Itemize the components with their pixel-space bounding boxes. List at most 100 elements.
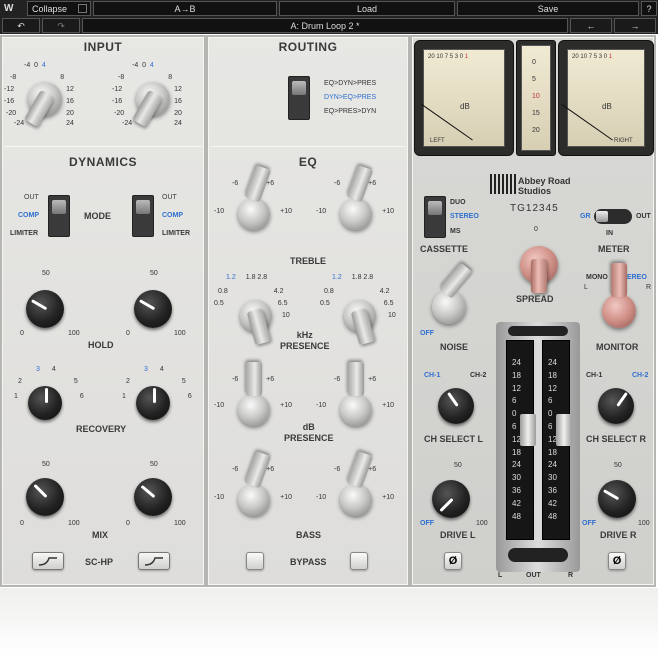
phase-left-button[interactable]: Ø: [444, 552, 462, 570]
vu-meter-left: 20 10 7 5 3 0 1 dB LEFT: [414, 40, 514, 156]
mix-left-knob[interactable]: [26, 478, 64, 516]
out-label: OUT: [526, 572, 541, 579]
hold-right-100: 100: [174, 330, 186, 337]
meter-toggle[interactable]: [594, 209, 632, 224]
mix-right-knob[interactable]: [134, 478, 172, 516]
phase-right-button[interactable]: Ø: [608, 552, 626, 570]
monitor-l: L: [584, 284, 588, 291]
rec-left-scale-b: 25: [18, 378, 78, 385]
presence-gain-right-knob[interactable]: [340, 362, 372, 426]
routing-option-3[interactable]: EQ>PRES>DYN: [324, 108, 376, 115]
out-r-label: R: [568, 572, 574, 579]
bass-left-knob[interactable]: [238, 450, 272, 516]
next-preset-button[interactable]: →: [614, 18, 656, 33]
presence-gain-left-knob[interactable]: [238, 362, 270, 426]
routing-switch[interactable]: [288, 76, 310, 120]
spread-zero: 0: [534, 226, 538, 233]
noise-knob[interactable]: [432, 262, 474, 324]
preset-field[interactable]: A: Drum Loop 2 *: [82, 18, 568, 33]
prev-preset-button[interactable]: ←: [570, 18, 612, 33]
bass-label: BASS: [296, 530, 322, 540]
monitor-knob[interactable]: [602, 263, 636, 328]
input-right-scale-1: -4 0 4: [132, 62, 154, 69]
toolbar: W Collapse A→B Load Save ? ↶ ↷ A: Drum L…: [0, 0, 658, 34]
mode-right-out: OUT: [162, 194, 177, 201]
treble-left-knob[interactable]: [238, 164, 272, 230]
pf-r-scale-d: 10: [388, 312, 396, 319]
sc-hp-label: SC-HP: [85, 557, 114, 567]
hold-right-0: 0: [126, 330, 130, 337]
sc-hp-right-button[interactable]: [138, 552, 170, 570]
bass-right-knob[interactable]: [340, 450, 374, 516]
ab-button[interactable]: A→B: [93, 1, 277, 16]
gr-scale: 0 5 10 15 20: [532, 59, 540, 134]
undo-button[interactable]: ↶: [2, 18, 40, 33]
load-button[interactable]: Load: [279, 1, 455, 16]
pf-r-scale: 1.2 1.8 2.8: [332, 274, 374, 281]
mix-left-0: 0: [20, 520, 24, 527]
gr-face: 0 5 10 15 20: [521, 45, 551, 151]
vu-right-scale: 20 10 7 5 3 0 1: [572, 54, 613, 60]
bypass-label: BYPASS: [290, 557, 327, 567]
spread-knob[interactable]: [520, 246, 558, 293]
hold-right-knob[interactable]: [134, 290, 172, 328]
monitor-label: MONITOR: [596, 342, 639, 352]
cassette-duo: DUO: [450, 199, 466, 206]
save-button[interactable]: Save: [457, 1, 639, 16]
spread-label: SPREAD: [516, 294, 554, 304]
mode-right-comp: COMP: [162, 212, 183, 219]
mix-label: MIX: [92, 530, 109, 540]
drive-l-100: 100: [476, 520, 488, 527]
input-right-scale-3: -12 12: [112, 86, 182, 93]
treble-right-knob[interactable]: [340, 164, 374, 230]
waves-logo[interactable]: W: [4, 2, 24, 16]
sc-hp-left-button[interactable]: [32, 552, 64, 570]
help-button[interactable]: ?: [641, 1, 657, 16]
noise-label: NOISE: [440, 342, 469, 352]
drive-r-knob[interactable]: [598, 480, 636, 518]
monitor-mono: MONO: [586, 274, 608, 281]
cassette-switch[interactable]: [424, 196, 446, 238]
mode-label: MODE: [84, 211, 111, 221]
redo-button[interactable]: ↷: [42, 18, 80, 33]
routing-option-2[interactable]: DYN>EQ>PRES: [324, 94, 376, 101]
hold-left-knob[interactable]: [26, 290, 64, 328]
rec-right-scale: 34: [144, 366, 164, 373]
panel-reflection: [0, 588, 658, 658]
bypass-left-button[interactable]: [246, 552, 264, 570]
mode-right-switch[interactable]: [132, 195, 154, 237]
mode-left-comp: COMP: [18, 212, 39, 219]
drive-r-100: 100: [638, 520, 650, 527]
presence-freq-right-knob[interactable]: [344, 300, 376, 346]
mix-right-50: 50: [150, 461, 158, 468]
chsel-l-knob[interactable]: [438, 388, 474, 424]
recovery-left-knob[interactable]: [28, 386, 62, 420]
presence-freq-left-knob[interactable]: [240, 300, 272, 346]
collapse-label: Collapse: [32, 4, 68, 14]
bypass-right-button[interactable]: [350, 552, 368, 570]
presence-gain-label: dB PRESENCE: [284, 422, 334, 443]
drive-r-label: DRIVE R: [600, 530, 637, 540]
cassette-ms: MS: [450, 228, 461, 235]
mix-right-0: 0: [126, 520, 130, 527]
vu-face-right: 20 10 7 5 3 0 1 dB RIGHT: [561, 49, 645, 147]
routing-option-1[interactable]: EQ>DYN>PRES: [324, 80, 376, 87]
hold-left-0: 0: [20, 330, 24, 337]
mode-left-switch[interactable]: [48, 195, 70, 237]
monitor-r: R: [646, 284, 652, 291]
input-right-scale-6: -24 24: [122, 120, 182, 127]
drive-l-50: 50: [454, 462, 462, 469]
cassette-label: CASSETTE: [420, 244, 469, 254]
input-left-scale-2: -8 8: [10, 74, 65, 81]
drive-l-knob[interactable]: [432, 480, 470, 518]
mix-left-100: 100: [68, 520, 80, 527]
hold-label: HOLD: [88, 340, 114, 350]
collapse-button[interactable]: Collapse: [27, 1, 91, 16]
chsel-r-knob[interactable]: [598, 388, 634, 424]
vu-right-label: RIGHT: [614, 138, 633, 144]
dynamics-title: DYNAMICS: [68, 155, 137, 169]
recovery-right-knob[interactable]: [136, 386, 170, 420]
input-left-scale-4: -16 16: [4, 98, 74, 105]
output-fader-left[interactable]: [520, 414, 536, 446]
output-fader-right[interactable]: [556, 414, 572, 446]
